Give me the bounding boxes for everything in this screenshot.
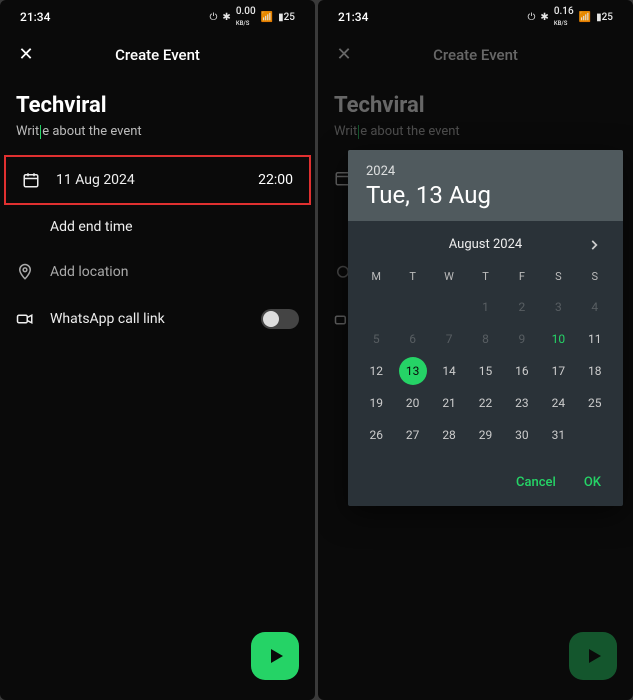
calendar-month-label[interactable]: August 2024 xyxy=(449,237,522,252)
calendar-weekday-header: S xyxy=(577,262,613,291)
location-icon xyxy=(16,263,34,281)
location-row[interactable]: Add location xyxy=(0,249,315,295)
calendar-day[interactable]: 22 xyxy=(467,387,503,419)
calendar-day[interactable]: 21 xyxy=(431,387,467,419)
dialog-buttons: Cancel OK xyxy=(348,461,623,506)
send-icon xyxy=(271,649,283,663)
calendar-weekday-header: M xyxy=(358,262,394,291)
calendar-day[interactable]: 27 xyxy=(394,419,430,451)
calendar-day[interactable]: 19 xyxy=(358,387,394,419)
header: ✕ Create Event xyxy=(318,30,633,79)
event-name-display: Techviral xyxy=(318,79,633,124)
calendar-day[interactable]: 11 xyxy=(577,323,613,355)
status-icons: ⏻✱0.16KB/S📶▮25 xyxy=(528,6,614,28)
calendar-weekday-header: T xyxy=(394,262,430,291)
phone-screen-right: 21:34 ⏻✱0.16KB/S📶▮25 ✕ Create Event Tech… xyxy=(318,0,633,700)
calendar-day[interactable]: 31 xyxy=(540,419,576,451)
header: ✕ Create Event xyxy=(0,30,315,79)
calendar-weekday-header: T xyxy=(467,262,503,291)
calendar-day: 7 xyxy=(431,323,467,355)
calendar-day[interactable]: 13 xyxy=(399,357,427,385)
date-picker-dialog: 2024 Tue, 13 Aug August 2024 MTWTFSS1234… xyxy=(348,150,623,506)
calendar-day: 1 xyxy=(467,291,503,323)
dialog-date: Tue, 13 Aug xyxy=(366,181,605,209)
event-desc-input[interactable]: Write about the event xyxy=(0,124,315,155)
add-end-time-label: Add end time xyxy=(50,219,133,235)
call-link-label: WhatsApp call link xyxy=(50,311,245,327)
calendar-day[interactable]: 15 xyxy=(467,355,503,387)
send-icon xyxy=(589,649,601,663)
event-name-display: Techviral xyxy=(0,79,315,124)
dialog-year: 2024 xyxy=(366,164,605,179)
location-label: Add location xyxy=(50,264,299,280)
calendar-weekday-header: S xyxy=(540,262,576,291)
calendar-day[interactable]: 18 xyxy=(577,355,613,387)
calendar-day: 6 xyxy=(394,323,430,355)
calendar-nav: August 2024 xyxy=(348,221,623,262)
status-bar: 21:34 ⏻✱0.00KB/S📶▮25 xyxy=(0,0,315,30)
call-link-toggle[interactable] xyxy=(261,309,299,329)
chevron-right-icon[interactable] xyxy=(587,238,601,252)
video-icon xyxy=(16,310,34,328)
calendar-day: 2 xyxy=(504,291,540,323)
calendar-weekday-header: W xyxy=(431,262,467,291)
time-label: 22:00 xyxy=(258,172,293,188)
calendar-day[interactable]: 26 xyxy=(358,419,394,451)
status-icons: ⏻✱0.00KB/S📶▮25 xyxy=(210,6,296,28)
calendar-day[interactable]: 12 xyxy=(358,355,394,387)
cancel-button[interactable]: Cancel xyxy=(516,475,556,490)
calendar-day[interactable]: 28 xyxy=(431,419,467,451)
calendar-day[interactable]: 20 xyxy=(394,387,430,419)
calendar-day[interactable]: 25 xyxy=(577,387,613,419)
calendar-day[interactable]: 24 xyxy=(540,387,576,419)
calendar-day[interactable]: 29 xyxy=(467,419,503,451)
close-icon[interactable]: ✕ xyxy=(16,44,36,65)
submit-button xyxy=(569,632,617,680)
page-title: Create Event xyxy=(354,46,597,64)
calendar-day: 4 xyxy=(577,291,613,323)
status-time: 21:34 xyxy=(20,10,50,24)
calendar-day[interactable]: 10 xyxy=(540,323,576,355)
close-icon: ✕ xyxy=(334,44,354,65)
calendar-grid: MTWTFSS123456789101112131415161718192021… xyxy=(348,262,623,461)
calendar-day[interactable]: 30 xyxy=(504,419,540,451)
calendar-day[interactable]: 16 xyxy=(504,355,540,387)
calendar-day: 5 xyxy=(358,323,394,355)
ok-button[interactable]: OK xyxy=(584,475,601,490)
calendar-day: 9 xyxy=(504,323,540,355)
datetime-highlight: 11 Aug 2024 22:00 xyxy=(4,155,311,205)
calendar-icon xyxy=(22,171,40,189)
calendar-day: 3 xyxy=(540,291,576,323)
date-label: 11 Aug 2024 xyxy=(56,172,242,188)
calendar-weekday-header: F xyxy=(504,262,540,291)
calendar-day[interactable]: 14 xyxy=(431,355,467,387)
calendar-day[interactable]: 17 xyxy=(540,355,576,387)
call-link-row[interactable]: WhatsApp call link xyxy=(0,295,315,343)
phone-screen-left: 21:34 ⏻✱0.00KB/S📶▮25 ✕ Create Event Tech… xyxy=(0,0,315,700)
page-title: Create Event xyxy=(36,46,279,64)
add-end-time-row[interactable]: Add end time xyxy=(0,205,315,249)
dialog-header[interactable]: 2024 Tue, 13 Aug xyxy=(348,150,623,221)
calendar-day: 8 xyxy=(467,323,503,355)
status-bar: 21:34 ⏻✱0.16KB/S📶▮25 xyxy=(318,0,633,30)
status-time: 21:34 xyxy=(338,10,368,24)
datetime-row[interactable]: 11 Aug 2024 22:00 xyxy=(6,157,309,203)
calendar-day[interactable]: 23 xyxy=(504,387,540,419)
submit-button[interactable] xyxy=(251,632,299,680)
